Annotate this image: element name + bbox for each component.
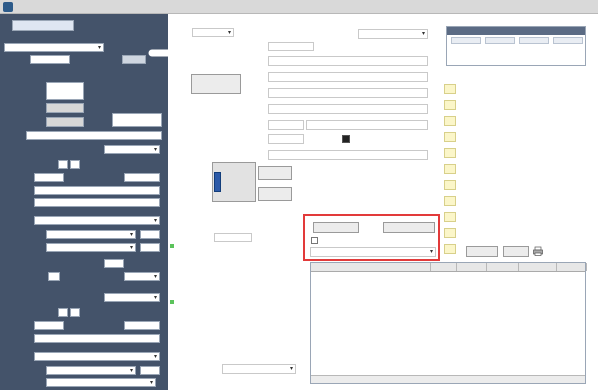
parking-combo[interactable] [222, 364, 296, 374]
etablissement-field[interactable] [214, 233, 252, 242]
section-info-field[interactable] [46, 82, 84, 100]
client-field[interactable] [112, 113, 162, 127]
passagers-field[interactable] [104, 259, 124, 268]
provenance-date-combo[interactable] [104, 145, 160, 154]
service-box-5[interactable] [444, 148, 456, 158]
mvt-combo[interactable] [34, 216, 160, 225]
service-box-2[interactable] [444, 100, 456, 110]
balisage-combo[interactable] [46, 230, 136, 239]
type-field[interactable] [46, 103, 84, 113]
summary-col-credit [485, 37, 515, 44]
grid-col-majoration [519, 263, 557, 271]
dest-vol-field[interactable] [34, 321, 64, 330]
grid-col-remise [487, 263, 519, 271]
red-highlight-box [303, 214, 440, 261]
center-field-3[interactable] [268, 72, 428, 82]
service-box-4[interactable] [444, 132, 456, 142]
title-bar [0, 0, 598, 14]
nom-field[interactable] [26, 131, 162, 140]
printer-icon [533, 246, 543, 256]
dest-balisage-count-field[interactable] [140, 366, 160, 375]
vol-field[interactable] [34, 173, 64, 182]
password-button[interactable] [122, 55, 146, 64]
center-field-2[interactable] [268, 56, 428, 66]
app-icon [3, 2, 13, 12]
center-field-1[interactable] [268, 42, 314, 51]
summary-col-debit [519, 37, 549, 44]
apercu-button[interactable] [503, 246, 529, 257]
summary-col-solde [553, 37, 583, 44]
provenance-hour-field[interactable] [58, 160, 68, 169]
center-field-8[interactable] [268, 150, 428, 160]
grid-col-quantite [431, 263, 457, 271]
passerelle-combo[interactable] [124, 272, 160, 281]
center-field-6b[interactable] [306, 120, 428, 130]
dest-escale-field[interactable] [124, 321, 160, 330]
grid-col-designation [311, 263, 431, 271]
dest-balisage-combo[interactable] [46, 366, 136, 375]
service-box-9[interactable] [444, 212, 456, 222]
immat-field[interactable] [46, 117, 84, 127]
grid-col-pu [557, 263, 587, 271]
facture-complementaire-button[interactable] [191, 74, 241, 94]
summary-col-date [451, 37, 481, 44]
password-field[interactable] [30, 55, 70, 64]
dest-mvt-combo[interactable] [34, 352, 160, 361]
recherche-combo[interactable] [358, 29, 428, 39]
aeroport-field[interactable] [34, 186, 160, 195]
provenance-minute-field[interactable] [70, 160, 80, 169]
sans-tpf-button-2[interactable] [258, 187, 292, 201]
historique-button[interactable] [466, 246, 498, 257]
escale-field[interactable] [124, 173, 160, 182]
app-window [0, 0, 598, 390]
dark-toggle-box[interactable] [342, 135, 350, 143]
center-field-5[interactable] [268, 104, 428, 114]
dest-aeroport-field[interactable] [34, 334, 160, 343]
status-dot-icon [170, 300, 174, 304]
service-box-10[interactable] [444, 228, 456, 238]
grid-header-row [311, 263, 587, 272]
status-dot-icon [170, 244, 174, 248]
dat-combo[interactable] [4, 43, 104, 52]
dest-minute-field[interactable] [70, 308, 80, 317]
site-combo[interactable] [192, 28, 234, 37]
summary-table [446, 26, 586, 66]
dest-regles-combo[interactable] [46, 378, 156, 387]
invoice-lines-grid[interactable] [310, 262, 587, 384]
service-box-1[interactable] [444, 84, 456, 94]
service-box-7[interactable] [444, 180, 456, 190]
grid-horizontal-scrollbar[interactable] [311, 375, 585, 383]
regles-combo[interactable] [46, 243, 136, 252]
balisage-count-field[interactable] [140, 230, 160, 239]
center-field-6a[interactable] [268, 120, 304, 130]
service-box-8[interactable] [444, 196, 456, 206]
center-field-4[interactable] [268, 88, 428, 98]
passenger-count[interactable] [48, 272, 60, 281]
service-box-3[interactable] [444, 116, 456, 126]
summary-title [447, 27, 585, 35]
grid-col-prix [457, 263, 487, 271]
center-field-7a[interactable] [268, 134, 304, 144]
service-box-6[interactable] [444, 164, 456, 174]
regles-count-field[interactable] [140, 243, 160, 252]
aeroport-name-field[interactable] [34, 198, 160, 207]
vertical-bar-icon [214, 172, 221, 192]
flight-date-header [12, 20, 74, 31]
sans-tpf-button-1[interactable] [258, 166, 292, 180]
left-panel [0, 14, 168, 390]
destination-date-combo[interactable] [104, 293, 160, 302]
dest-hour-field[interactable] [58, 308, 68, 317]
service-box-11[interactable] [444, 244, 456, 254]
